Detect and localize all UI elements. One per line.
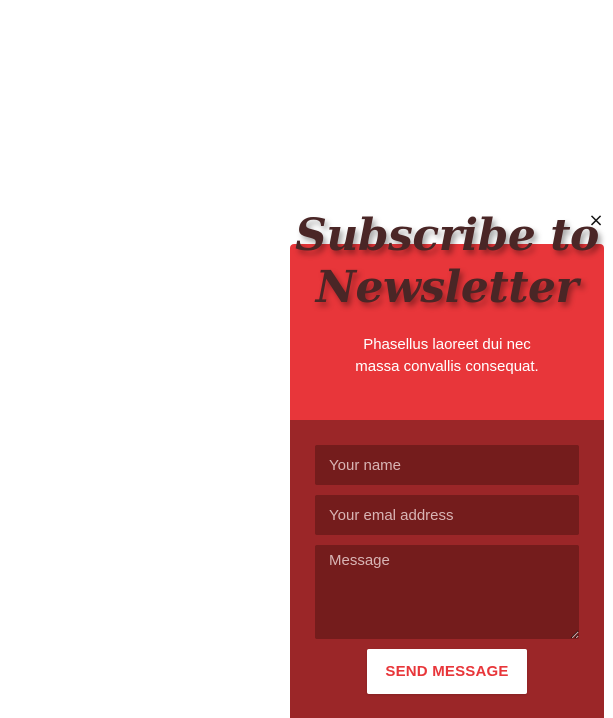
- popup-title-line-1: Subscribe to: [295, 210, 599, 261]
- page: Subscribe to Newsletter × Phasellus laor…: [0, 0, 613, 718]
- email-input[interactable]: [315, 495, 579, 535]
- message-textarea[interactable]: [315, 545, 579, 639]
- popup-description-line-1: Phasellus laoreet dui nec: [363, 336, 531, 353]
- popup-description-line-2: massa convallis consequat.: [355, 358, 539, 375]
- close-icon[interactable]: ×: [586, 210, 606, 232]
- send-message-button[interactable]: SEND MESSAGE: [367, 649, 527, 694]
- popup-title-line-2: Newsletter: [315, 262, 579, 313]
- popup-title: Subscribe to Newsletter: [290, 210, 604, 314]
- popup-description: Phasellus laoreet dui nec massa convalli…: [330, 334, 564, 378]
- name-input[interactable]: [315, 445, 579, 485]
